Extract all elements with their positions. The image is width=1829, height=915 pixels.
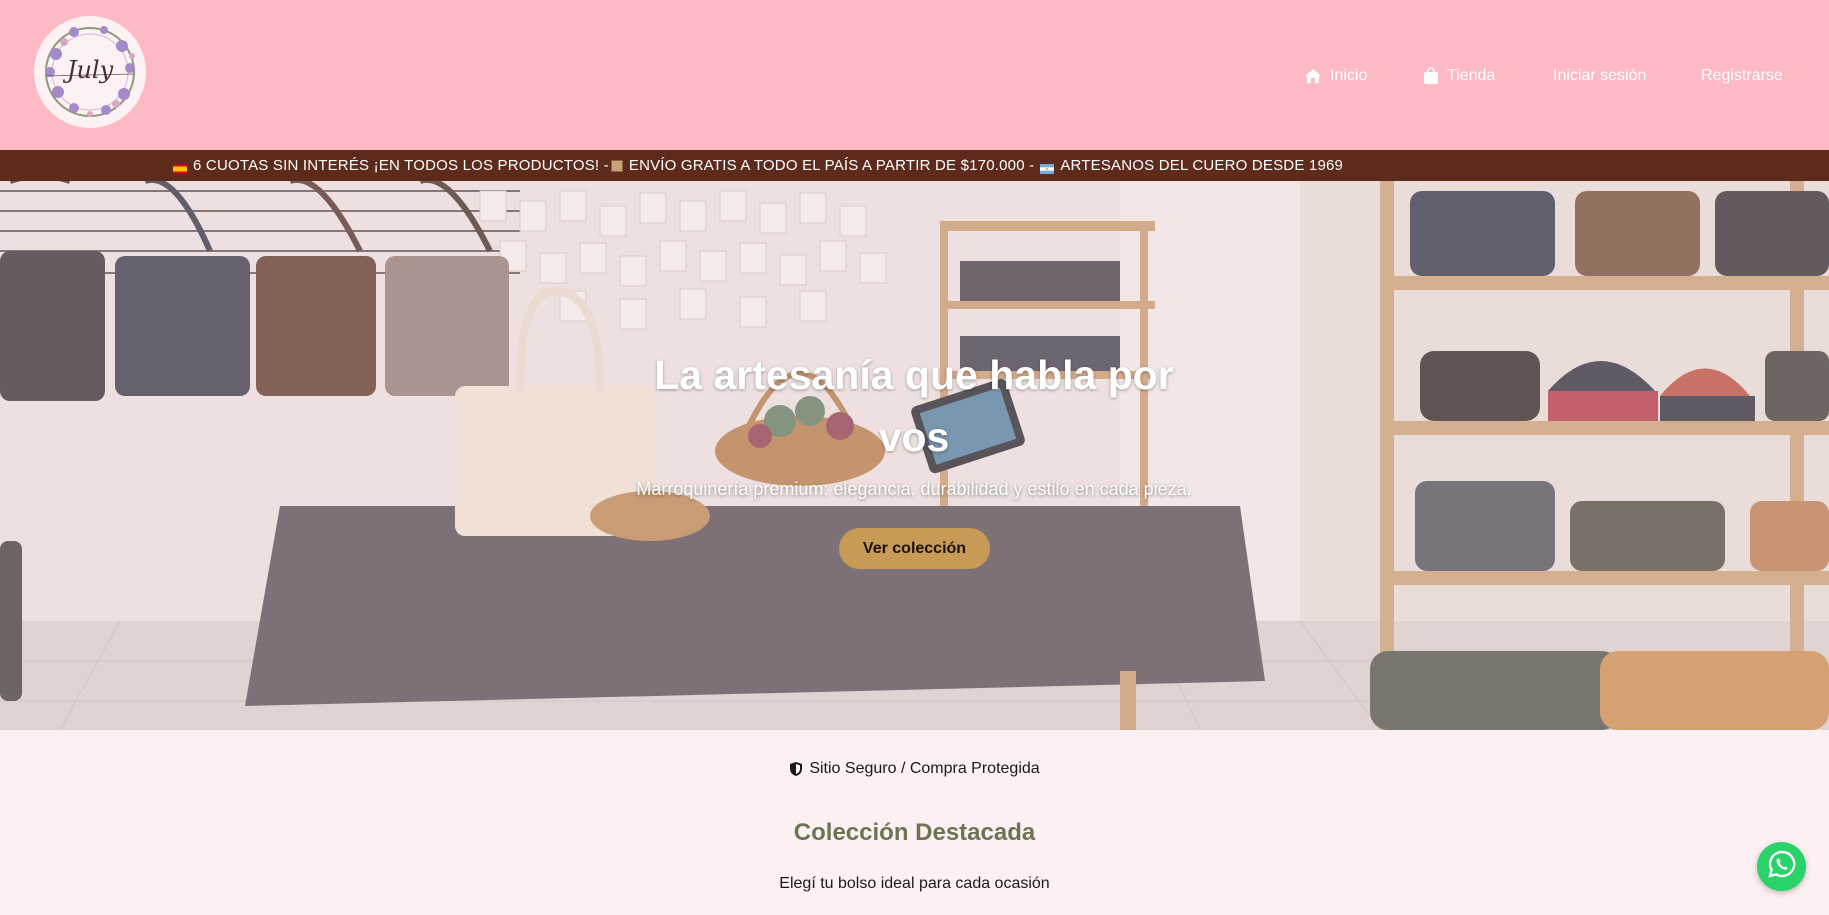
- view-collection-button[interactable]: Ver colección: [839, 528, 990, 569]
- featured-collection-subtitle: Elegí tu bolso ideal para cada ocasión: [779, 875, 1050, 892]
- nav-shop-label: Tienda: [1447, 67, 1496, 84]
- nav-login-label: Iniciar sesión: [1553, 67, 1647, 84]
- nav-home[interactable]: Inicio: [1304, 64, 1367, 88]
- hero-banner: La artesanía que habla por vos Marroquin…: [0, 181, 1829, 730]
- nav-home-label: Inicio: [1330, 67, 1368, 84]
- spain-flag-icon: [173, 161, 187, 174]
- nav-login[interactable]: Iniciar sesión: [1553, 64, 1646, 88]
- announcement-shipping: ENVÍO GRATIS A TODO EL PAÍS A PARTIR DE …: [628, 157, 1035, 174]
- nav-register-label: Registrarse: [1701, 67, 1783, 84]
- package-icon: [610, 159, 623, 172]
- featured-collection-title: Colección Destacada: [793, 819, 1036, 846]
- announcement-artisans: ARTESANOS DEL CUERO DESDE 1969: [1060, 157, 1344, 174]
- home-icon: [1304, 68, 1322, 84]
- nav-register[interactable]: Registrarse: [1701, 64, 1783, 88]
- trust-badge: Sitio Seguro / Compra Protegida: [0, 760, 1829, 778]
- whatsapp-button[interactable]: [1757, 842, 1806, 891]
- brand-logo[interactable]: July: [34, 16, 146, 128]
- shield-icon: [789, 761, 803, 777]
- nav-shop[interactable]: Tienda: [1423, 64, 1495, 88]
- argentina-flag-icon: [1040, 161, 1055, 174]
- trust-badge-label: Sitio Seguro / Compra Protegida: [809, 760, 1040, 777]
- announcement-bar: 6 CUOTAS SIN INTERÉS ¡EN TODOS LOS PRODU…: [0, 150, 1829, 181]
- shopping-bag-icon: [1423, 67, 1439, 85]
- whatsapp-icon: [1767, 849, 1797, 884]
- hero-subtitle: Marroquinería premium: elegancia, durabi…: [636, 479, 1192, 499]
- announcement-installments: 6 CUOTAS SIN INTERÉS ¡EN TODOS LOS PRODU…: [193, 157, 609, 174]
- hero-title: La artesanía que habla por vos: [654, 352, 1174, 460]
- site-header: July Inicio Tienda Iniciar sesión Regist…: [0, 0, 1829, 150]
- logo-text: July: [66, 56, 114, 84]
